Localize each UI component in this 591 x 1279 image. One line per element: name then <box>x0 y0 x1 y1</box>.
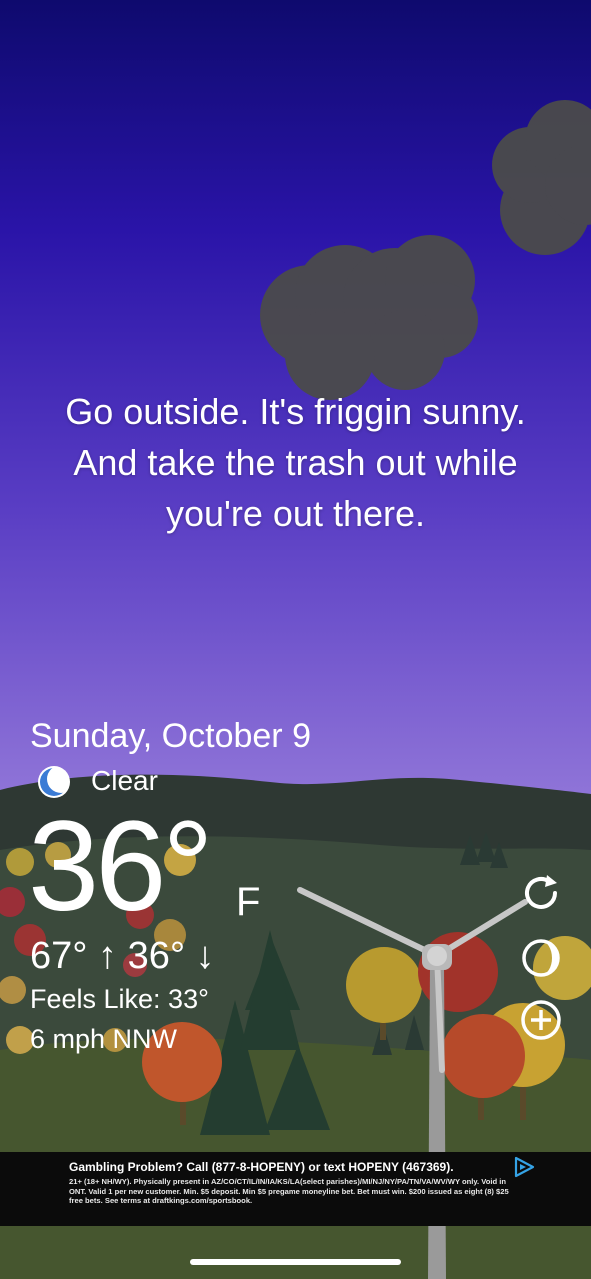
high-low-temperature: 67° ↑ 36° ↓ <box>30 935 215 977</box>
landscape-scene <box>0 100 591 1279</box>
message-line: And take the trash out while <box>73 442 518 483</box>
date-label: Sunday, October 9 <box>30 717 311 755</box>
temperature-unit-toggle[interactable]: F <box>236 880 260 925</box>
feels-like: Feels Like: 33° <box>30 984 209 1014</box>
cloud <box>492 100 591 255</box>
message-line: you're out there. <box>165 493 426 534</box>
cloud <box>260 235 478 400</box>
adchoices-icon[interactable] <box>511 1156 537 1178</box>
add-location-icon[interactable] <box>519 998 563 1042</box>
current-temperature: 36° <box>28 795 214 938</box>
moon-phase-icon[interactable] <box>519 936 563 980</box>
refresh-icon[interactable] <box>519 871 563 915</box>
condition-label: Clear <box>91 765 158 796</box>
ad-headline: Gambling Problem? Call (877-8-HOPENY) or… <box>69 1160 454 1174</box>
wind-speed: 6 mph NNW <box>30 1024 178 1054</box>
ad-disclaimer: 21+ (18+ NH/WY). Physically present in A… <box>69 1177 509 1205</box>
home-indicator[interactable] <box>190 1259 401 1265</box>
message-line: Go outside. It's friggin sunny. <box>65 391 526 432</box>
weather-message: Go outside. It's friggin sunny. And take… <box>20 386 571 539</box>
ad-banner[interactable]: Gambling Problem? Call (877-8-HOPENY) or… <box>0 1152 591 1226</box>
